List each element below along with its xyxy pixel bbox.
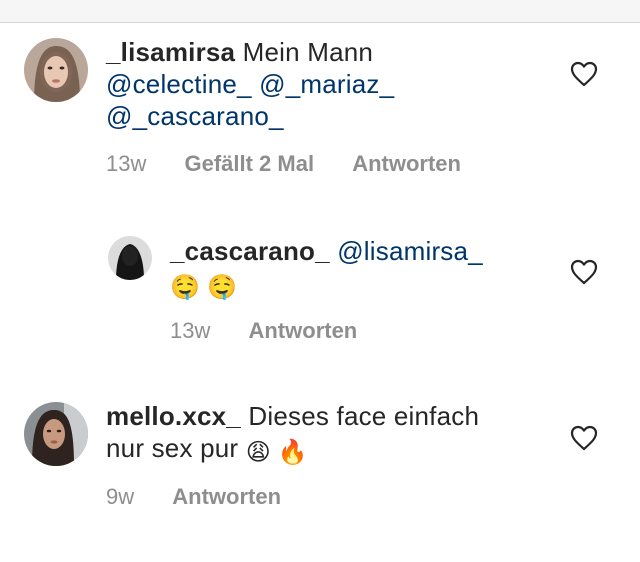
- mention-link[interactable]: @_mariaz_: [259, 69, 394, 99]
- comment-emojis: 😩 🔥: [245, 439, 308, 466]
- comment-timestamp: 9w: [106, 484, 135, 509]
- mention-link[interactable]: @lisamirsa_: [337, 236, 483, 266]
- mention-link[interactable]: @celectine_: [106, 69, 252, 99]
- reply-button[interactable]: Antworten: [352, 151, 461, 176]
- reply-button[interactable]: Antworten: [172, 484, 281, 509]
- comment-username[interactable]: _cascarano_: [170, 236, 330, 266]
- comment-username[interactable]: mello.xcx_: [106, 401, 241, 431]
- comment-timestamp: 13w: [106, 151, 147, 176]
- comment-emojis: 🤤 🤤: [170, 274, 238, 301]
- avatar[interactable]: [24, 402, 88, 466]
- heart-outline-icon[interactable]: [570, 425, 598, 451]
- comment-text: Dieses face einfach: [248, 401, 480, 431]
- comment-timestamp: 13w: [170, 318, 211, 343]
- comment-text: nur sex pur: [106, 433, 239, 463]
- comment-username[interactable]: _lisamirsa: [106, 37, 235, 67]
- mention-link[interactable]: @_cascarano_: [106, 101, 284, 131]
- likes-count-button[interactable]: Gefällt 2 Mal: [184, 151, 314, 176]
- avatar[interactable]: [108, 236, 152, 280]
- heart-outline-icon[interactable]: [570, 61, 598, 87]
- reply-button[interactable]: Antworten: [248, 318, 357, 343]
- heart-outline-icon[interactable]: [570, 259, 598, 285]
- avatar[interactable]: [24, 38, 88, 102]
- top-bar: [0, 0, 640, 23]
- comment-text: Mein Mann: [242, 37, 374, 67]
